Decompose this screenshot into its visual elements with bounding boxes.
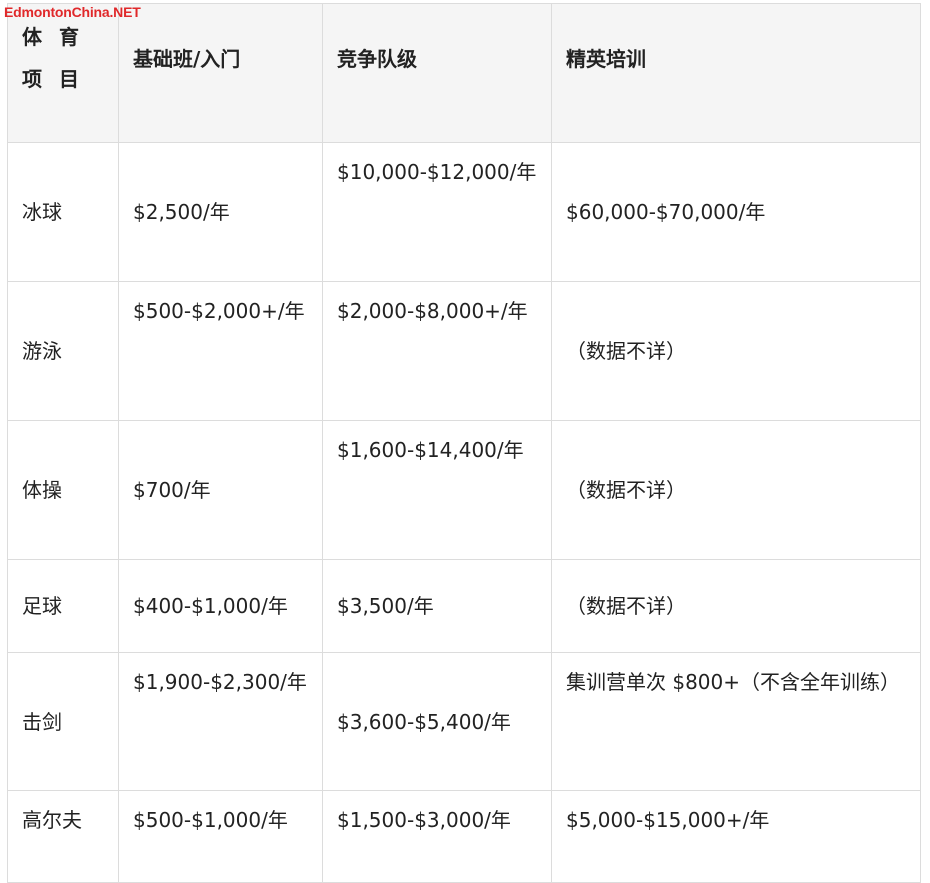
cell-elite: （数据不详）	[551, 420, 921, 560]
cell-sport: 高尔夫	[7, 790, 119, 883]
cell-competitive: $1,600-$14,400/年	[322, 420, 552, 560]
cell-elite: （数据不详）	[551, 559, 921, 653]
cell-competitive: $10,000-$12,000/年	[322, 142, 552, 282]
cell-basic: $2,500/年	[118, 142, 323, 282]
cell-basic: $1,900-$2,300/年	[118, 652, 323, 791]
header-sport: 体 育 项 目	[7, 3, 119, 143]
cell-basic: $500-$2,000+/年	[118, 281, 323, 421]
header-competitive: 竞争队级	[322, 3, 552, 143]
watermark-logo: EdmontonChina.NET	[4, 4, 141, 20]
cell-basic: $400-$1,000/年	[118, 559, 323, 653]
table-header-row: 体 育 项 目 基础班/入门 竞争队级 精英培训	[7, 3, 921, 143]
sports-cost-table: 体 育 项 目 基础班/入门 竞争队级 精英培训 冰球 $2,500/年 $10…	[7, 3, 921, 883]
cell-competitive: $3,500/年	[322, 559, 552, 653]
table-row: 击剑 $1,900-$2,300/年 $3,600-$5,400/年 集训营单次…	[7, 652, 921, 791]
cell-sport: 足球	[7, 559, 119, 653]
cell-sport: 游泳	[7, 281, 119, 421]
table-row: 高尔夫 $500-$1,000/年 $1,500-$3,000/年 $5,000…	[7, 790, 921, 883]
cell-elite: （数据不详）	[551, 281, 921, 421]
cell-elite: $60,000-$70,000/年	[551, 142, 921, 282]
cell-sport: 击剑	[7, 652, 119, 791]
cell-sport: 体操	[7, 420, 119, 560]
header-basic: 基础班/入门	[118, 3, 323, 143]
cell-basic: $700/年	[118, 420, 323, 560]
table-row: 游泳 $500-$2,000+/年 $2,000-$8,000+/年 （数据不详…	[7, 281, 921, 421]
cell-basic: $500-$1,000/年	[118, 790, 323, 883]
cell-elite: $5,000-$15,000+/年	[551, 790, 921, 883]
cell-competitive: $1,500-$3,000/年	[322, 790, 552, 883]
table-row: 冰球 $2,500/年 $10,000-$12,000/年 $60,000-$7…	[7, 142, 921, 282]
header-elite: 精英培训	[551, 3, 921, 143]
table-row: 足球 $400-$1,000/年 $3,500/年 （数据不详）	[7, 559, 921, 653]
table-row: 体操 $700/年 $1,600-$14,400/年 （数据不详）	[7, 420, 921, 560]
cell-competitive: $3,600-$5,400/年	[322, 652, 552, 791]
cell-elite: 集训营单次 $800+（不含全年训练）	[551, 652, 921, 791]
cell-competitive: $2,000-$8,000+/年	[322, 281, 552, 421]
cell-sport: 冰球	[7, 142, 119, 282]
